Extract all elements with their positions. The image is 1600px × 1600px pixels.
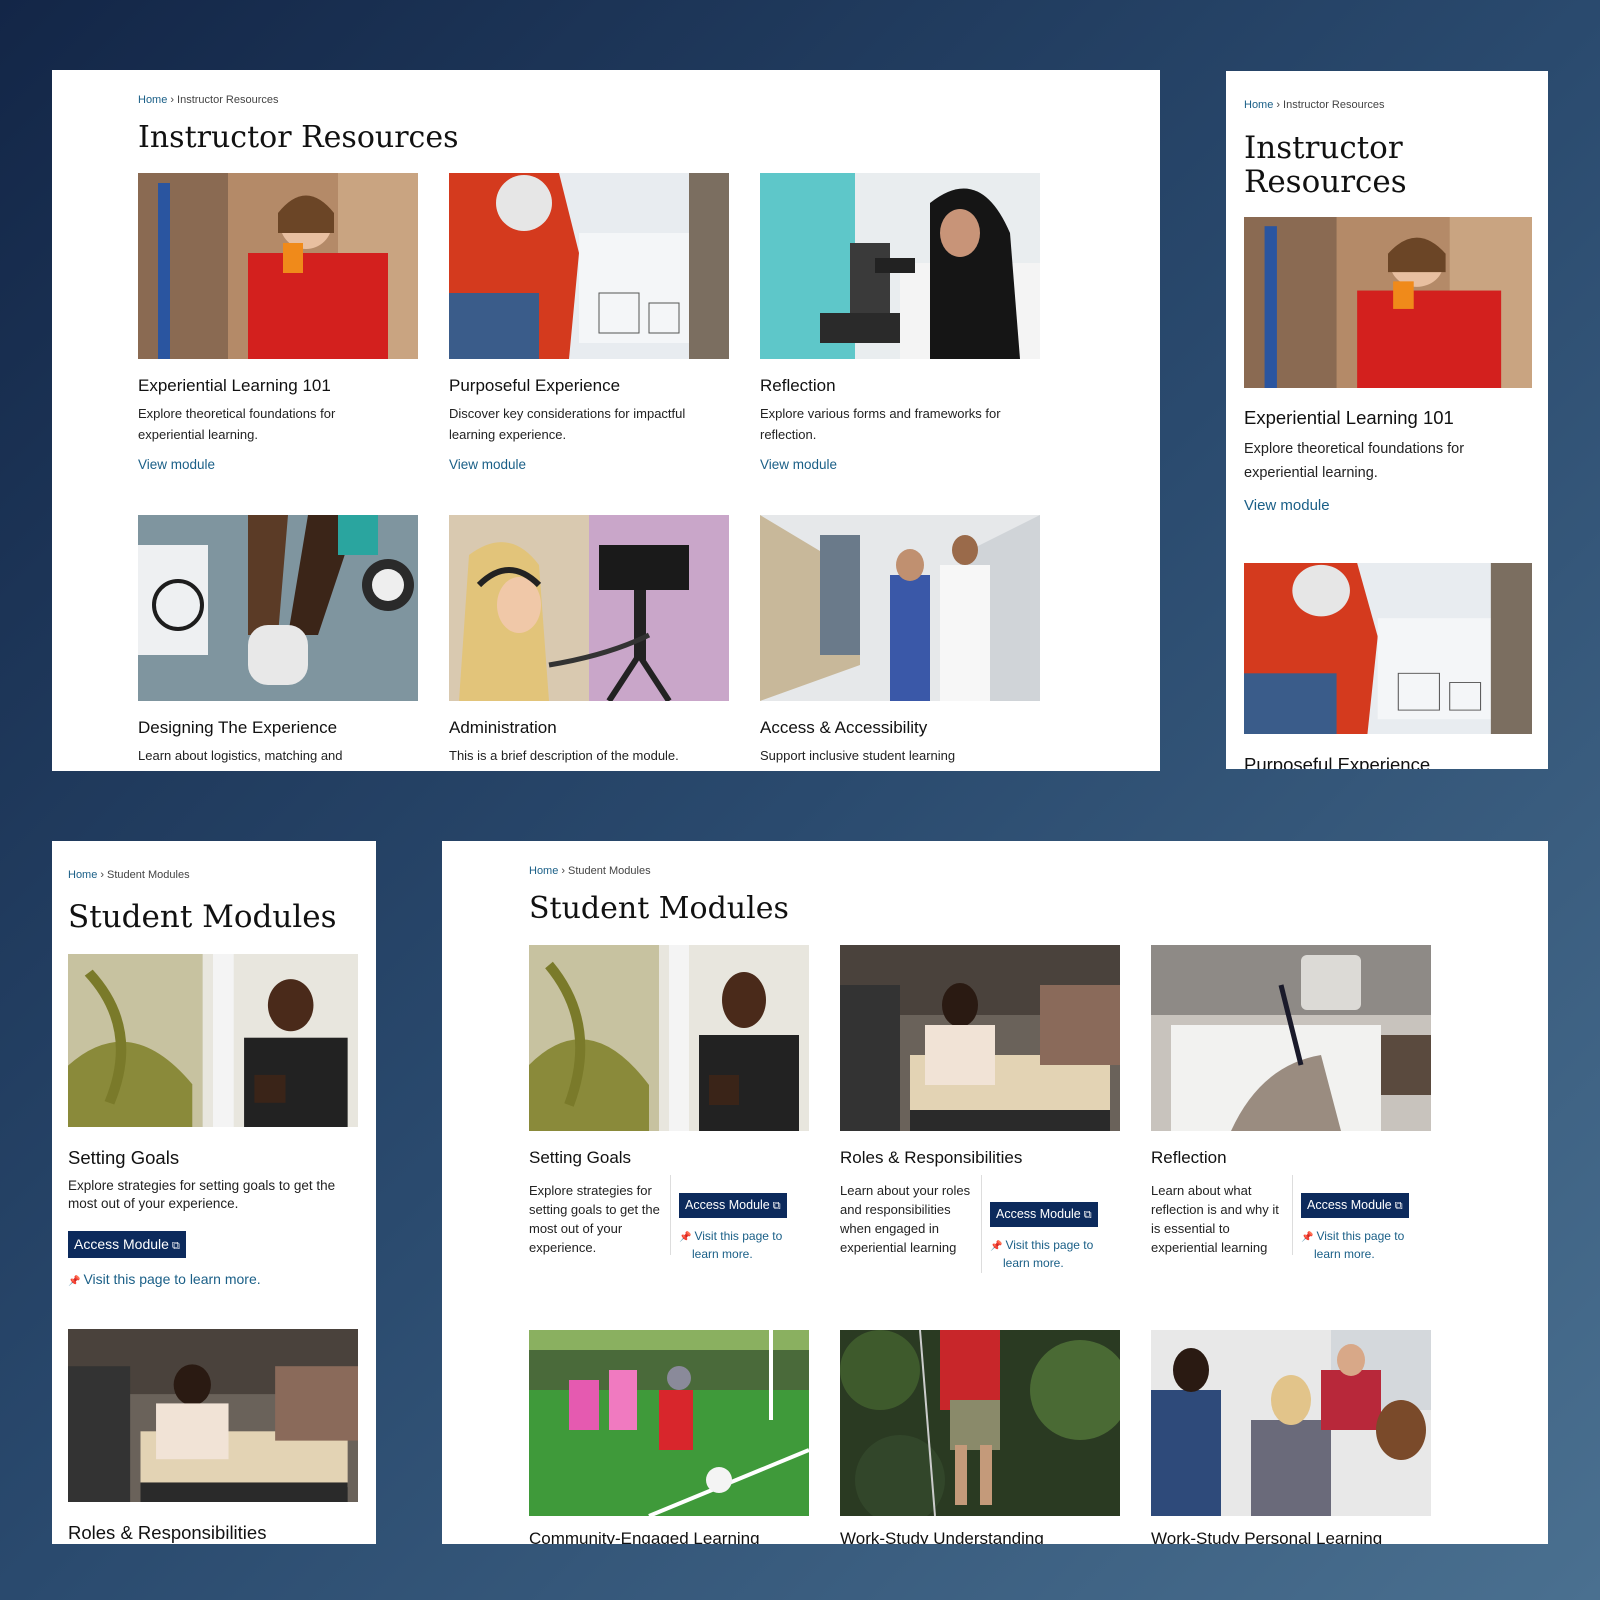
card-image-reflection[interactable] xyxy=(760,173,1040,359)
breadcrumb: Home › Student Modules xyxy=(529,865,651,877)
breadcrumb-current: Student Modules xyxy=(107,869,190,881)
card-title: Work-Study Understanding xyxy=(840,1529,1044,1544)
pushpin-icon: 📌 xyxy=(68,1276,81,1287)
breadcrumb-home-link[interactable]: Home xyxy=(138,94,167,106)
card-description: Explore theoretical foundations for expe… xyxy=(1244,441,1465,481)
breadcrumb: Home › Instructor Resources xyxy=(1244,99,1385,111)
visit-page-link[interactable]: 📌 Visit this page to learn more. xyxy=(1301,1228,1404,1263)
card-title: Roles & Responsibilities xyxy=(840,1148,1023,1167)
access-module-button[interactable]: Access Module ⧉ xyxy=(68,1231,186,1258)
card-title: Community-Engaged Learning xyxy=(529,1529,760,1544)
card-image-purposeful-experience[interactable] xyxy=(449,173,729,359)
breadcrumb-home-link[interactable]: Home xyxy=(1244,99,1273,111)
card-image-work-study-personal-learning[interactable] xyxy=(1151,1330,1431,1516)
pushpin-icon: 📌 xyxy=(990,1241,1003,1252)
card-title: Purposeful Experience xyxy=(449,376,621,395)
view-module-link[interactable]: View module xyxy=(1244,497,1330,514)
card-description: Support inclusive student learning xyxy=(760,748,956,763)
card-image-community-engaged-learning[interactable] xyxy=(529,1330,809,1516)
breadcrumb: Home › Student Modules xyxy=(68,869,190,881)
page-title: Instructor Resources xyxy=(138,120,459,155)
breadcrumb-home-link[interactable]: Home xyxy=(529,865,558,877)
card-title: Setting Goals xyxy=(68,1147,180,1168)
external-link-icon: ⧉ xyxy=(772,1200,781,1212)
card-image-setting-goals[interactable] xyxy=(529,945,809,1131)
card-image-access-accessibility[interactable] xyxy=(760,515,1040,701)
card-image-experiential-learning[interactable] xyxy=(138,173,418,359)
instructor-desktop-panel: Home › Instructor Resources Instructor Res… xyxy=(52,70,1160,771)
card-title: Experiential Learning 101 xyxy=(138,376,331,395)
card-title: Designing The Experience xyxy=(138,718,338,737)
breadcrumb: Home › Instructor Resources xyxy=(138,94,279,106)
breadcrumb-home-link[interactable]: Home xyxy=(68,869,97,881)
external-link-icon: ⧉ xyxy=(1083,1209,1092,1221)
card-title: Setting Goals xyxy=(529,1148,632,1167)
card-image-designing-experience[interactable] xyxy=(138,515,418,701)
divider xyxy=(1292,1175,1293,1255)
external-link-icon: ⧉ xyxy=(171,1240,180,1252)
visit-page-link[interactable]: 📌 Visit this page to learn more. xyxy=(679,1228,782,1263)
card-image-work-study-understanding[interactable] xyxy=(840,1330,1120,1516)
card-image-experiential-learning[interactable] xyxy=(1244,217,1532,388)
card-title: Experiential Learning 101 xyxy=(1244,407,1454,428)
card-description: Learn about logistics, matching and xyxy=(138,748,343,763)
breadcrumb-current: Instructor Resources xyxy=(1283,99,1385,111)
card-description: Explore strategies for setting goals to … xyxy=(529,1183,660,1255)
card-title: Reflection xyxy=(760,376,836,395)
card-description: Explore strategies for setting goals to … xyxy=(68,1178,336,1211)
card-image-roles-responsibilities[interactable] xyxy=(840,945,1120,1131)
student-desktop-panel: Home › Student Modules Student Modules Set… xyxy=(442,841,1548,1544)
page-title: Student Modules xyxy=(529,891,789,926)
view-module-link[interactable]: View module xyxy=(138,457,215,472)
card-description: Discover key considerations for impactfu… xyxy=(449,406,686,442)
external-link-icon: ⧉ xyxy=(1394,1200,1403,1212)
visit-page-link[interactable]: 📌 Visit this page to learn more. xyxy=(68,1271,261,1290)
card-image-reflection[interactable] xyxy=(1151,945,1431,1131)
card-title: Reflection xyxy=(1151,1148,1227,1167)
card-description: This is a brief description of the modul… xyxy=(449,748,679,763)
view-module-link[interactable]: View module xyxy=(449,457,526,472)
page-title: Instructor Resources xyxy=(1244,130,1407,200)
card-description: Explore theoretical foundations for expe… xyxy=(138,406,336,442)
card-title: Work-Study Personal Learning xyxy=(1151,1529,1383,1544)
pushpin-icon: 📌 xyxy=(1301,1232,1314,1243)
breadcrumb-current: Instructor Resources xyxy=(177,94,279,106)
card-image-purposeful-experience[interactable] xyxy=(1244,563,1532,734)
card-description: Learn about your roles and responsibilit… xyxy=(840,1183,971,1255)
divider xyxy=(981,1175,982,1273)
card-image-setting-goals[interactable] xyxy=(68,954,358,1127)
pushpin-icon: 📌 xyxy=(679,1232,692,1243)
instructor-mobile-panel: Home › Instructor Resources Instructor Res… xyxy=(1226,71,1548,769)
card-title: Roles & Responsibilities xyxy=(68,1522,267,1543)
card-title: Administration xyxy=(449,718,557,737)
student-mobile-panel: Home › Student Modules Student Modules Set… xyxy=(52,841,376,1544)
access-module-button[interactable]: Access Module ⧉ xyxy=(679,1193,787,1218)
card-description: Explore various forms and frameworks for… xyxy=(760,406,1001,442)
view-module-link[interactable]: View module xyxy=(760,457,837,472)
card-image-roles-responsibilities[interactable] xyxy=(68,1329,358,1502)
access-module-button[interactable]: Access Module ⧉ xyxy=(1301,1193,1409,1218)
card-title: Purposeful Experience xyxy=(1244,754,1431,769)
access-module-button[interactable]: Access Module ⧉ xyxy=(990,1202,1098,1227)
visit-page-link[interactable]: 📌 Visit this page to learn more. xyxy=(990,1237,1093,1272)
page-title: Student Modules xyxy=(68,899,337,935)
breadcrumb-current: Student Modules xyxy=(568,865,651,877)
card-image-administration[interactable] xyxy=(449,515,729,701)
card-title: Access & Accessibility xyxy=(760,718,928,737)
divider xyxy=(670,1175,671,1255)
card-description: Learn about what reflection is and why i… xyxy=(1151,1183,1279,1255)
